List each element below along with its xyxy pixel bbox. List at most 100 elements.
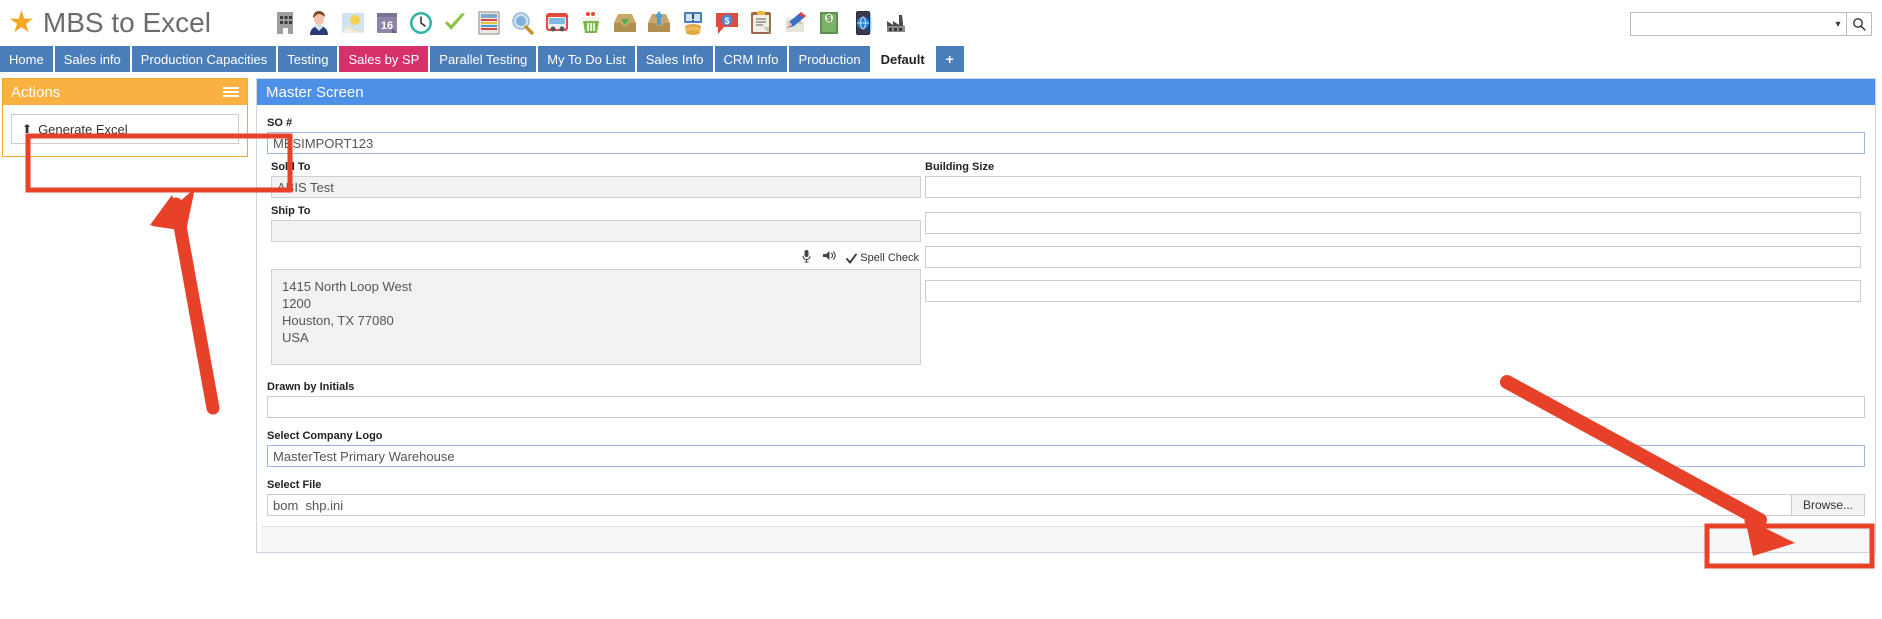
sold-to-label: Sold To — [271, 161, 311, 173]
icon-toolbar: 16 $ $ — [270, 8, 912, 38]
nav-tab-label: Parallel Testing — [439, 51, 528, 67]
form-footer-strip — [261, 526, 1871, 552]
checkmark-icon[interactable] — [440, 8, 470, 38]
nav-tab-label: My To Do List — [547, 51, 626, 67]
clock-icon[interactable] — [406, 8, 436, 38]
building-size-field-row: Building Size — [925, 161, 1861, 198]
nav-tab-home[interactable]: Home — [0, 46, 53, 72]
nav-tab-production-capacities[interactable]: Production Capacities — [131, 46, 277, 72]
nav-tab-label: Production Capacities — [140, 51, 268, 67]
spell-check-button[interactable]: Spell Check — [846, 252, 919, 264]
global-search: ▾ — [1630, 12, 1872, 36]
right-form-column: Building Size — [925, 161, 1865, 377]
spell-check-label: Spell Check — [860, 252, 919, 264]
address-textarea[interactable]: 1415 North Loop West 1200 Houston, TX 77… — [271, 269, 921, 365]
ship-to-label: Ship To — [271, 205, 311, 217]
inbox-upload-icon[interactable] — [644, 8, 674, 38]
actions-panel-title: Actions — [11, 83, 61, 101]
speaker-icon[interactable] — [822, 249, 836, 267]
upload-icon: ⬆ — [22, 122, 33, 136]
checkmark-icon — [846, 253, 858, 264]
pencil-icon[interactable] — [780, 8, 810, 38]
nav-tab-default[interactable]: Default — [871, 46, 934, 72]
svg-text:$: $ — [827, 14, 832, 23]
file-picker: Browse... — [267, 494, 1865, 516]
chevron-down-icon[interactable]: ▾ — [1830, 12, 1846, 36]
select-file-label: Select File — [267, 479, 322, 491]
spreadsheet-icon[interactable] — [474, 8, 504, 38]
sold-to-field-row: Sold To — [271, 161, 921, 198]
dollar-chat-icon[interactable]: $ — [712, 8, 742, 38]
nav-tab-parallel-testing[interactable]: Parallel Testing — [430, 46, 537, 72]
master-screen-header: Master Screen — [257, 79, 1875, 105]
hamburger-icon[interactable] — [223, 87, 239, 97]
building-icon[interactable] — [270, 8, 300, 38]
nav-tab-label: Home — [9, 51, 44, 67]
right-field-3-input[interactable] — [925, 246, 1861, 268]
plus-icon: + — [945, 51, 954, 67]
factory-icon[interactable] — [882, 8, 912, 38]
browse-button-label: Browse... — [1802, 498, 1853, 512]
address-field-row: 1415 North Loop West 1200 Houston, TX 77… — [271, 269, 921, 370]
search-icon[interactable] — [1846, 12, 1872, 36]
nav-tab-sales-info-2[interactable]: Sales Info — [636, 46, 713, 72]
master-screen-body: SO # Sold To Ship To — [257, 105, 1875, 552]
master-screen-panel: Master Screen SO # Sold To Ship To — [256, 78, 1876, 553]
actions-panel-body: ⬆ Generate Excel — [3, 105, 247, 156]
drawn-by-initials-label: Drawn by Initials — [267, 381, 355, 393]
so-number-field-row: SO # — [261, 117, 1871, 154]
inbox-download-icon[interactable] — [610, 8, 640, 38]
nav-tab-my-to-do-list[interactable]: My To Do List — [538, 46, 635, 72]
calendar-16-icon[interactable]: 16 — [372, 8, 402, 38]
trash-basket-icon[interactable] — [576, 8, 606, 38]
truck-icon[interactable] — [542, 8, 572, 38]
browse-button[interactable]: Browse... — [1791, 494, 1865, 516]
nav-tab-label: Production — [798, 51, 861, 67]
microphone-icon[interactable] — [801, 249, 812, 268]
drawn-by-initials-input[interactable] — [267, 396, 1865, 418]
building-size-input[interactable] — [925, 176, 1861, 198]
so-number-label: SO # — [267, 117, 293, 129]
select-file-row: Select File Browse... — [261, 479, 1871, 516]
clipboard-icon[interactable] — [746, 8, 776, 38]
main-nav: Home Sales info Production Capacities Te… — [0, 46, 1882, 72]
sold-to-input[interactable] — [271, 176, 921, 198]
select-company-logo-input[interactable] — [267, 445, 1865, 467]
actions-panel-header: Actions — [3, 79, 247, 105]
select-file-input[interactable] — [267, 494, 1791, 516]
actions-panel: Actions ⬆ Generate Excel — [2, 78, 248, 157]
right-field-3-row — [925, 246, 1861, 268]
nav-tab-add[interactable]: + — [935, 46, 964, 72]
search-input[interactable] — [1630, 12, 1830, 36]
weather-icon[interactable] — [338, 8, 368, 38]
nav-tab-label: Testing — [287, 51, 329, 67]
globe-phone-icon[interactable] — [848, 8, 878, 38]
select-company-logo-row: Select Company Logo — [261, 430, 1871, 467]
nav-tab-crm-info[interactable]: CRM Info — [714, 46, 788, 72]
generate-excel-label: Generate Excel — [38, 121, 128, 137]
right-field-2-input[interactable] — [925, 212, 1861, 234]
page-body: Actions ⬆ Generate Excel Master Screen S… — [0, 72, 1882, 617]
nav-tab-label: Sales info — [63, 51, 121, 67]
nav-tab-label: CRM Info — [723, 51, 779, 67]
nav-tab-sales-by-sp[interactable]: Sales by SP — [339, 46, 429, 72]
so-number-input[interactable] — [267, 132, 1865, 154]
app-title: MBS to Excel — [42, 7, 211, 38]
money-icon[interactable]: $ — [814, 8, 844, 38]
building-size-label: Building Size — [925, 161, 995, 173]
svg-text:$: $ — [724, 16, 729, 26]
svg-text:16: 16 — [381, 20, 393, 32]
magnifier-globe-icon[interactable] — [508, 8, 538, 38]
nav-tab-testing[interactable]: Testing — [278, 46, 338, 72]
nav-tab-production[interactable]: Production — [789, 46, 870, 72]
right-field-4-input[interactable] — [925, 280, 1861, 302]
person-icon[interactable] — [304, 8, 334, 38]
nav-tab-sales-info[interactable]: Sales info — [54, 46, 130, 72]
coins-monitor-icon[interactable] — [678, 8, 708, 38]
drawn-by-initials-row: Drawn by Initials — [261, 381, 1871, 418]
left-form-column: Sold To Ship To — [267, 161, 921, 377]
ship-to-input[interactable] — [271, 220, 921, 242]
select-company-logo-label: Select Company Logo — [267, 430, 383, 442]
star-icon: ★ — [8, 6, 35, 39]
generate-excel-button[interactable]: ⬆ Generate Excel — [11, 114, 239, 144]
